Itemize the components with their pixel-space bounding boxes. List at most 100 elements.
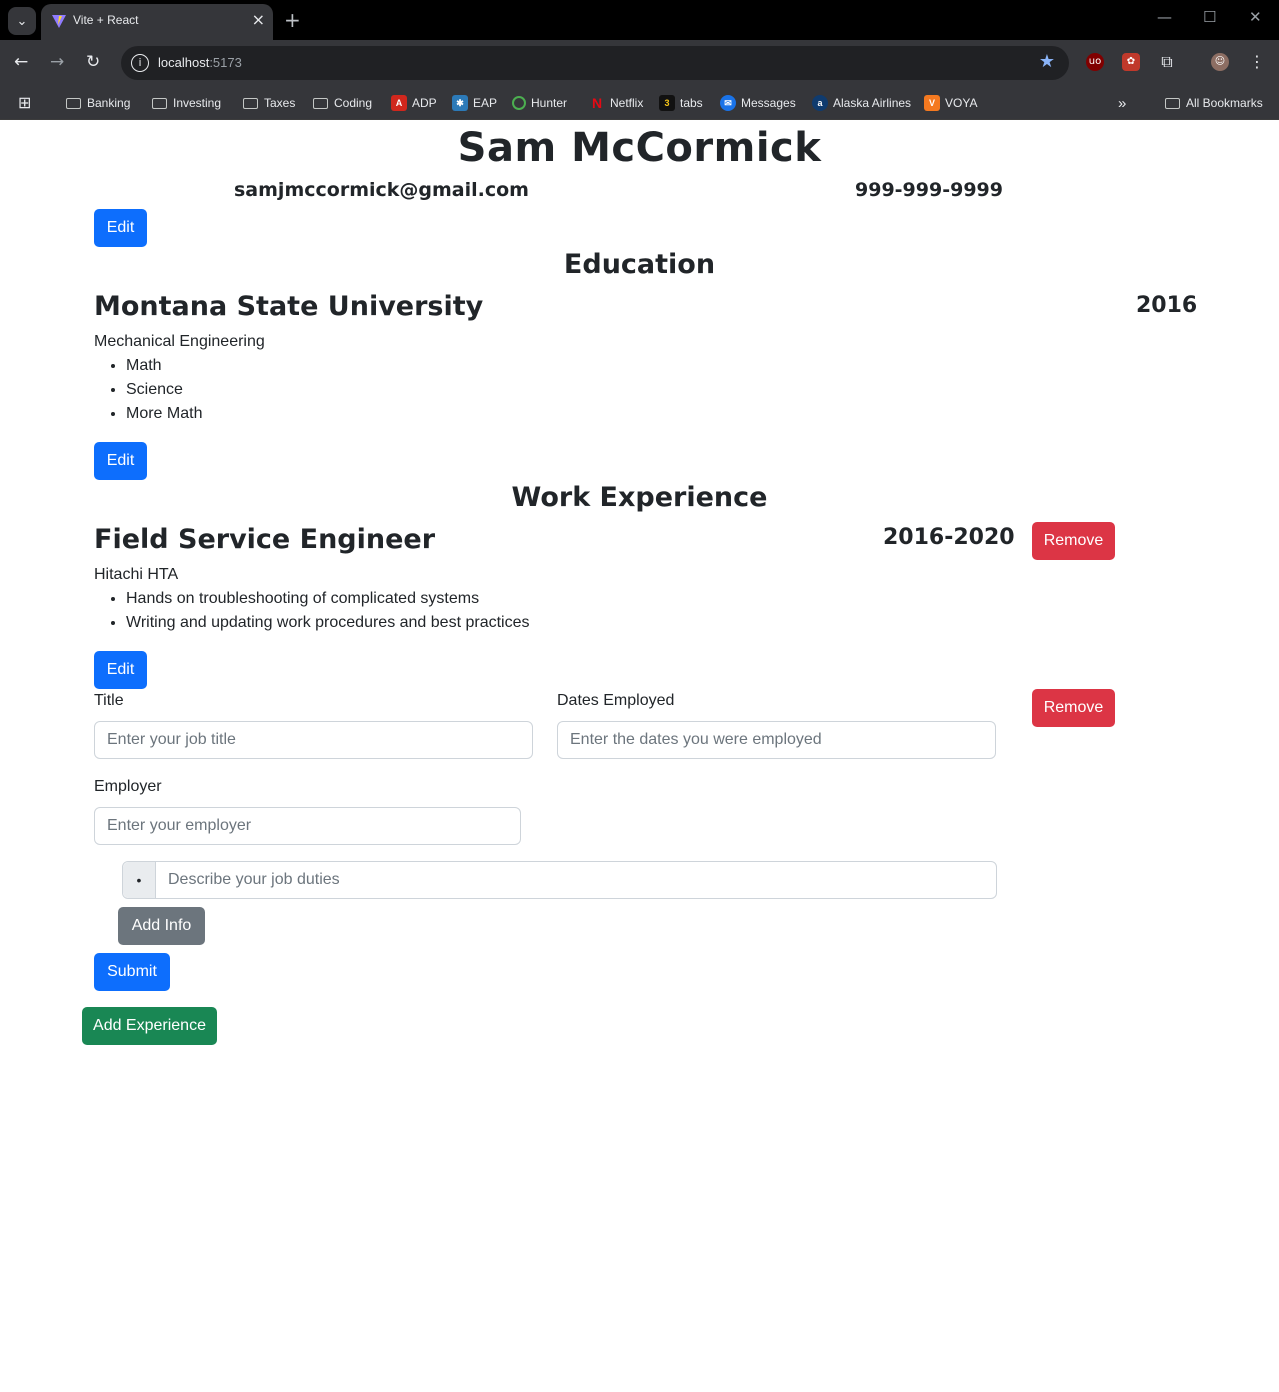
bullet-icon: • bbox=[123, 862, 156, 898]
folder-icon bbox=[313, 97, 328, 109]
edit-job-button[interactable]: Edit bbox=[94, 651, 147, 689]
job-duties-input[interactable]: Describe your job duties bbox=[156, 862, 996, 898]
phone-text: 999-999-9999 bbox=[855, 179, 1003, 201]
url-port: :5173 bbox=[209, 55, 242, 70]
resume-page: Sam McCormick samjmccormick@gmail.com 99… bbox=[1, 121, 1278, 1391]
tabs-icon: 3 bbox=[659, 95, 675, 111]
add-experience-button[interactable]: Add Experience bbox=[82, 1007, 217, 1045]
bookmark-netflix[interactable]: N Netflix bbox=[589, 93, 643, 113]
bookmark-messages[interactable]: ✉ Messages bbox=[720, 93, 796, 113]
bookmark-label: Taxes bbox=[264, 96, 296, 110]
minimize-icon[interactable]: — bbox=[1157, 8, 1172, 26]
bookmark-label: tabs bbox=[680, 96, 703, 110]
bookmark-taxes[interactable]: Taxes bbox=[243, 93, 295, 113]
forward-icon[interactable]: → bbox=[50, 52, 64, 72]
bookmark-voya[interactable]: V VOYA bbox=[924, 93, 977, 113]
bookmark-hunter[interactable]: Hunter bbox=[512, 93, 567, 113]
school-name: Montana State University bbox=[94, 291, 484, 322]
edit-education-button[interactable]: Edit bbox=[94, 442, 147, 480]
employer-input[interactable]: Enter your employer bbox=[94, 807, 521, 845]
messages-icon: ✉ bbox=[720, 95, 736, 111]
list-item: Science bbox=[126, 378, 202, 402]
edit-header-button[interactable]: Edit bbox=[94, 209, 147, 247]
reload-icon[interactable]: ↻ bbox=[86, 52, 100, 72]
submit-button[interactable]: Submit bbox=[94, 953, 170, 991]
bookmark-label: Hunter bbox=[531, 96, 568, 110]
bookmark-label: EAP bbox=[473, 96, 498, 110]
tab-title: Vite + React bbox=[73, 13, 139, 27]
job-title-input[interactable]: Enter your job title bbox=[94, 721, 533, 759]
netflix-icon: N bbox=[591, 95, 603, 111]
profile-avatar[interactable]: ☺ bbox=[1211, 53, 1229, 71]
bookmark-alaska[interactable]: a Alaska Airlines bbox=[812, 93, 911, 113]
job-title: Field Service Engineer bbox=[94, 524, 436, 555]
list-item: More Math bbox=[126, 402, 202, 426]
folder-icon bbox=[66, 97, 81, 109]
bookmark-label: ADP bbox=[412, 96, 437, 110]
all-bookmarks[interactable]: All Bookmarks bbox=[1165, 93, 1263, 113]
extension-icon[interactable]: ✿ bbox=[1122, 53, 1140, 71]
folder-icon bbox=[1165, 97, 1180, 109]
more-bookmarks-icon[interactable]: » bbox=[1118, 93, 1126, 113]
alaska-icon: a bbox=[812, 95, 828, 111]
browser-chrome: ⌄ Vite + React × + — ☐ ✕ ← → ↻ i localho… bbox=[0, 0, 1279, 120]
remove-job-button[interactable]: Remove bbox=[1032, 522, 1115, 560]
add-info-button[interactable]: Add Info bbox=[118, 907, 205, 945]
bookmark-tabs[interactable]: 3 tabs bbox=[659, 93, 703, 113]
degree-text: Mechanical Engineering bbox=[94, 333, 265, 350]
close-tab-icon[interactable]: × bbox=[252, 10, 265, 29]
bookmark-label: Netflix bbox=[610, 96, 644, 110]
bookmark-investing[interactable]: Investing bbox=[152, 93, 221, 113]
education-year: 2016 bbox=[1136, 293, 1198, 318]
dates-employed-input[interactable]: Enter the dates you were employed bbox=[557, 721, 996, 759]
bookmark-label: Investing bbox=[173, 96, 222, 110]
work-experience-heading: Work Experience bbox=[511, 482, 768, 513]
address-bar[interactable]: i localhost:5173 ★ bbox=[121, 46, 1069, 80]
list-item: Math bbox=[126, 354, 202, 378]
education-heading: Education bbox=[563, 249, 716, 280]
voya-icon: V bbox=[924, 95, 940, 111]
title-label: Title bbox=[94, 692, 124, 709]
vite-icon bbox=[52, 15, 66, 28]
bookmark-star-icon[interactable]: ★ bbox=[1039, 51, 1055, 72]
bookmark-coding[interactable]: Coding bbox=[313, 93, 372, 113]
duties-list: Hands on troubleshooting of complicated … bbox=[94, 587, 529, 635]
tab-active[interactable]: Vite + React × bbox=[41, 4, 273, 40]
close-window-icon[interactable]: ✕ bbox=[1249, 8, 1262, 26]
dates-label: Dates Employed bbox=[557, 692, 675, 709]
bookmark-label: Banking bbox=[87, 96, 131, 110]
list-item: Hands on troubleshooting of complicated … bbox=[126, 587, 529, 611]
adp-icon: A bbox=[391, 95, 407, 111]
bookmark-adp[interactable]: A ADP bbox=[391, 93, 437, 113]
url-host: localhost bbox=[158, 55, 210, 70]
tab-strip: ⌄ Vite + React × + — ☐ ✕ bbox=[0, 0, 1279, 40]
tab-search-button[interactable]: ⌄ bbox=[8, 7, 36, 35]
person-name: Sam McCormick bbox=[457, 125, 822, 171]
email-text: samjmccormick@gmail.com bbox=[234, 179, 529, 201]
url-text: localhost:5173 bbox=[158, 55, 242, 70]
bookmark-eap[interactable]: ✱ EAP bbox=[452, 93, 497, 113]
bookmark-label: Messages bbox=[741, 96, 796, 110]
new-tab-icon[interactable]: + bbox=[284, 8, 301, 32]
browser-toolbar: ← → ↻ i localhost:5173 ★ uo ✿ ⧉ ☺ ⋮ bbox=[0, 40, 1279, 86]
apps-icon[interactable]: ⊞ bbox=[18, 93, 31, 113]
folder-icon bbox=[243, 97, 258, 109]
bookmark-label: Coding bbox=[334, 96, 373, 110]
course-list: Math Science More Math bbox=[94, 354, 202, 426]
maximize-icon[interactable]: ☐ bbox=[1203, 8, 1216, 26]
menu-icon[interactable]: ⋮ bbox=[1248, 53, 1266, 71]
puzzle-icon[interactable]: ⧉ bbox=[1158, 53, 1176, 71]
back-icon[interactable]: ← bbox=[14, 52, 28, 72]
ublock-icon[interactable]: uo bbox=[1086, 53, 1104, 71]
all-bookmarks-label: All Bookmarks bbox=[1186, 96, 1263, 110]
remove-form-button[interactable]: Remove bbox=[1032, 689, 1115, 727]
site-info-icon[interactable]: i bbox=[131, 54, 149, 72]
employer-label: Employer bbox=[94, 778, 162, 795]
duties-input-group: • Describe your job duties bbox=[122, 861, 997, 899]
hunter-icon bbox=[512, 96, 526, 110]
job-dates: 2016-2020 bbox=[883, 525, 1015, 550]
eap-icon: ✱ bbox=[452, 95, 468, 111]
bookmarks-bar: ⊞ Banking Investing Taxes Coding A ADP ✱ E… bbox=[0, 86, 1279, 120]
bookmark-banking[interactable]: Banking bbox=[66, 93, 130, 113]
bookmark-label: Alaska Airlines bbox=[833, 96, 912, 110]
